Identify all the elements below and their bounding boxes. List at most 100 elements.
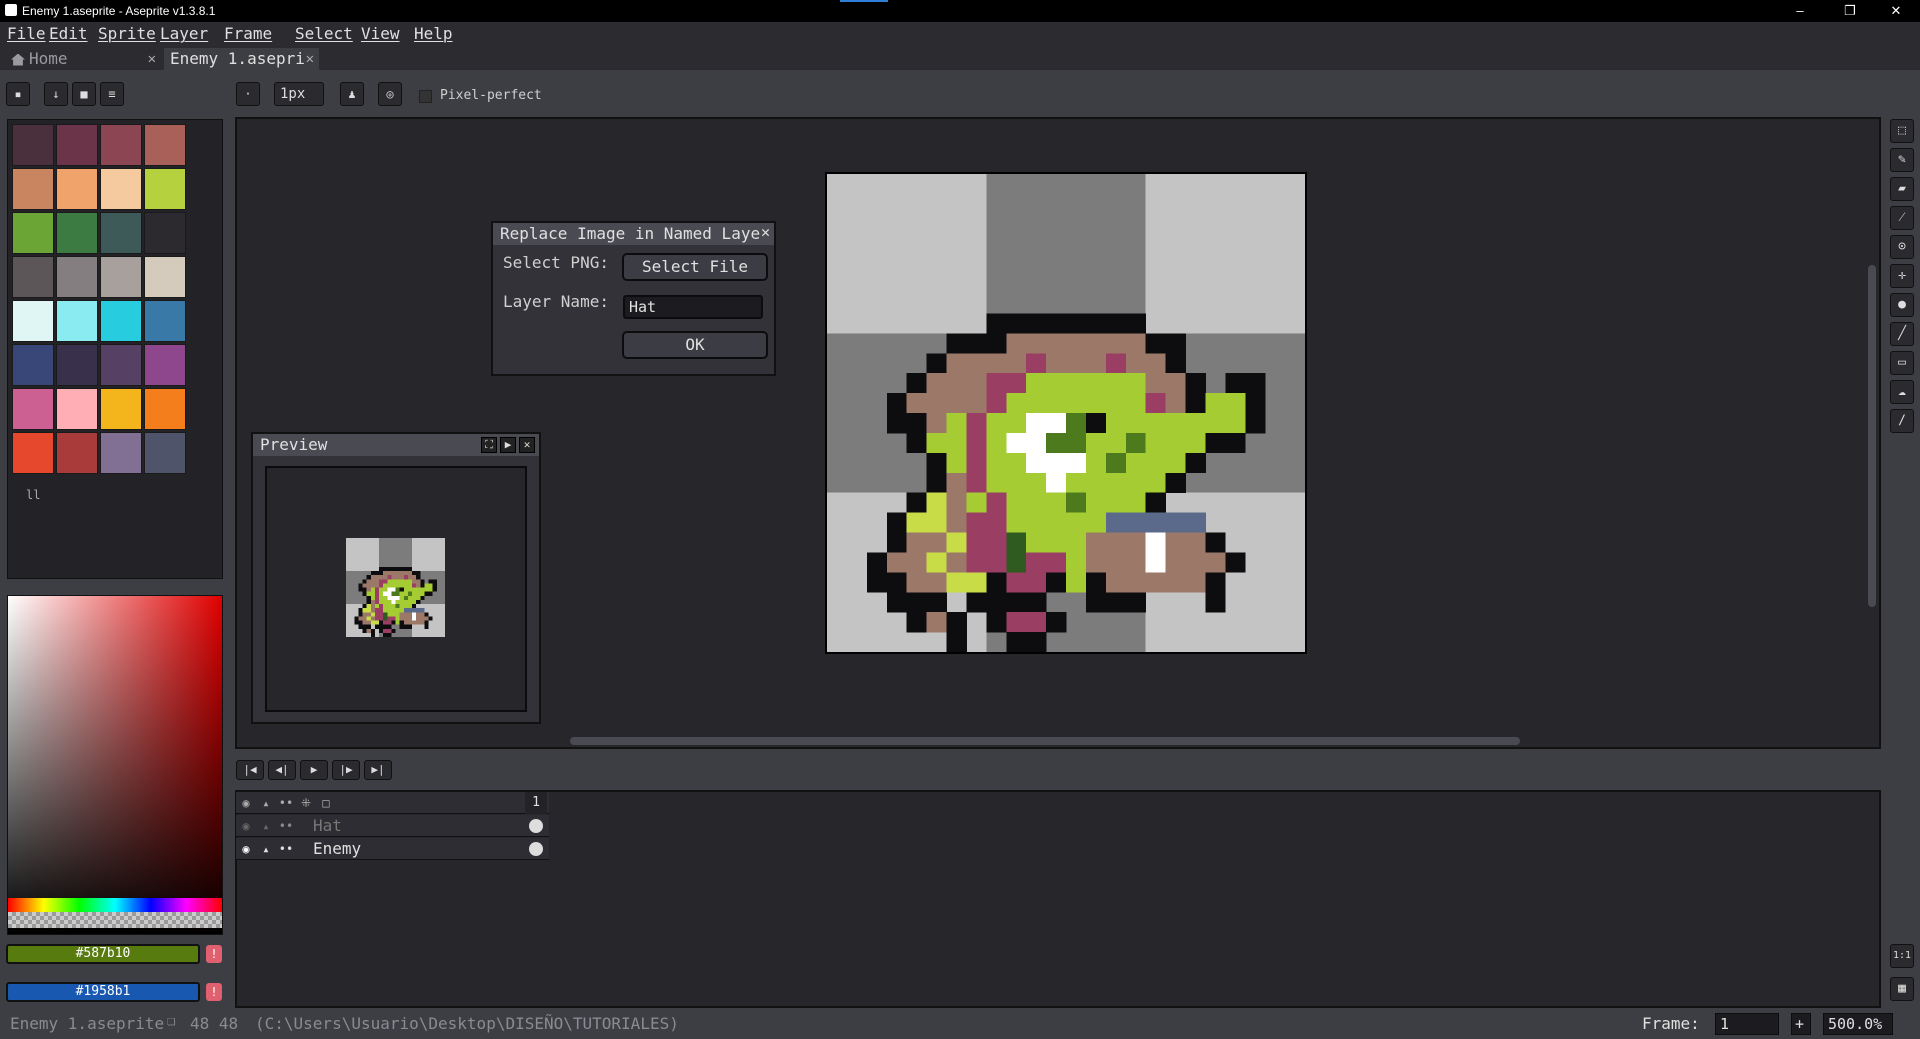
add-frame-button[interactable]: + <box>1791 1013 1811 1035</box>
tab-enemy[interactable]: Enemy 1.asepri ✕ <box>164 48 319 70</box>
brush-type-icon[interactable]: · <box>236 82 260 106</box>
fg-warning-icon[interactable]: ! <box>206 945 222 963</box>
prev-frame-button[interactable]: ◀| <box>268 760 296 780</box>
alpha-slider[interactable] <box>8 912 222 928</box>
minimize-button[interactable]: – <box>1780 2 1820 20</box>
lock-icon[interactable]: ▴ <box>257 817 275 835</box>
menu-edit[interactable]: Edit <box>49 23 88 45</box>
marquee-icon[interactable]: ⬚ <box>1890 119 1914 143</box>
palette-swatch[interactable] <box>144 256 186 298</box>
menu-file[interactable]: File <box>7 23 46 45</box>
palette-mode-icon[interactable]: ll <box>26 488 40 502</box>
menu-help[interactable]: Help <box>414 23 453 45</box>
palette-square-icon[interactable]: ■ <box>72 82 96 106</box>
zoom-actual-icon[interactable]: 1:1 <box>1890 944 1914 968</box>
palette-swatch[interactable] <box>144 344 186 386</box>
first-frame-button[interactable]: |◀ <box>236 760 264 780</box>
ink-icon[interactable]: ♟ <box>340 82 364 106</box>
lock-icon[interactable]: ▴ <box>257 840 275 858</box>
menu-frame[interactable]: Frame <box>224 23 272 45</box>
next-frame-button[interactable]: |▶ <box>332 760 360 780</box>
line-icon[interactable]: ╱ <box>1890 322 1914 346</box>
palette-swatch[interactable] <box>56 344 98 386</box>
eyedropper-icon[interactable]: ⁄ <box>1890 206 1914 230</box>
layer-name-enemy[interactable]: Enemy <box>313 838 513 860</box>
palette-swatch[interactable] <box>12 432 54 474</box>
layer-name-hat[interactable]: Hat <box>313 815 513 837</box>
continuous-icon[interactable]: •• <box>277 840 295 858</box>
palette-swatch[interactable] <box>56 300 98 342</box>
restore-button[interactable]: ❐ <box>1830 2 1870 20</box>
menu-select[interactable]: Select <box>295 23 353 45</box>
palette-menu-icon[interactable]: ≡ <box>100 82 124 106</box>
blur-icon[interactable]: ☁ <box>1890 380 1914 404</box>
pixel-perfect-checkbox[interactable] <box>419 90 432 103</box>
palette-swatch[interactable] <box>144 124 186 166</box>
cel-enemy[interactable] <box>529 842 543 856</box>
palette-swatch[interactable] <box>144 212 186 254</box>
last-frame-button[interactable]: ▶| <box>364 760 392 780</box>
tab-enemy-close-icon[interactable]: ✕ <box>306 48 314 70</box>
palette-swatch[interactable] <box>12 124 54 166</box>
palette-swatch[interactable] <box>100 388 142 430</box>
fill-icon[interactable]: ● <box>1890 293 1914 317</box>
palette-swatch[interactable] <box>56 124 98 166</box>
preview-close-icon[interactable]: ✕ <box>519 437 535 453</box>
preview-play-icon[interactable]: ▶ <box>500 437 516 453</box>
spray-icon[interactable]: ∕ <box>1890 409 1914 433</box>
visibility-header-icon[interactable]: ◉ <box>237 794 255 812</box>
bg-warning-icon[interactable]: ! <box>206 983 222 1001</box>
zoom-icon[interactable]: ⊙ <box>1890 235 1914 259</box>
horizontal-scrollbar[interactable] <box>570 737 1520 745</box>
menu-layer[interactable]: Layer <box>160 23 208 45</box>
eraser-icon[interactable]: ▰ <box>1890 177 1914 201</box>
layer-row-enemy[interactable]: ◉ ▴ •• Enemy <box>236 838 549 860</box>
palette-swatch[interactable] <box>144 300 186 342</box>
palette-download-icon[interactable]: ↓ <box>44 82 68 106</box>
palette-swatch[interactable] <box>144 388 186 430</box>
rectangle-icon[interactable]: ▭ <box>1890 351 1914 375</box>
play-button[interactable]: ▶ <box>300 760 328 780</box>
zoom-input[interactable]: 500.0% <box>1823 1013 1893 1035</box>
background-color[interactable]: #1958b1 <box>6 982 200 1002</box>
menu-view[interactable]: View <box>361 23 400 45</box>
palette-swatch[interactable] <box>12 300 54 342</box>
lock-palette-button[interactable]: ▪ <box>6 82 30 106</box>
frame-number-header[interactable]: 1 <box>525 792 547 814</box>
palette-swatch[interactable] <box>144 168 186 210</box>
palette-swatch[interactable] <box>100 344 142 386</box>
dialog-close-icon[interactable]: ✕ <box>761 223 770 241</box>
menu-sprite[interactable]: Sprite <box>98 23 156 45</box>
palette-swatch[interactable] <box>12 168 54 210</box>
tab-home[interactable]: Home ✕ <box>5 48 161 70</box>
layer-row-hat[interactable]: ◉ ▴ •• Hat <box>236 815 549 837</box>
palette-swatch[interactable] <box>12 212 54 254</box>
grid-icon[interactable]: ▦ <box>1890 977 1914 1001</box>
palette-swatch[interactable] <box>56 256 98 298</box>
vertical-scrollbar[interactable] <box>1868 265 1876 607</box>
eye-icon[interactable]: ◉ <box>237 840 255 858</box>
palette-swatch[interactable] <box>56 388 98 430</box>
cel-hat[interactable] <box>529 819 543 833</box>
tab-home-close-icon[interactable]: ✕ <box>148 48 156 70</box>
color-spectrum[interactable] <box>7 595 223 935</box>
pencil-icon[interactable]: ✎ <box>1890 148 1914 172</box>
palette-swatch[interactable] <box>100 124 142 166</box>
brush-size-input[interactable]: 1px <box>274 82 324 106</box>
palette-swatch[interactable] <box>100 300 142 342</box>
move-icon[interactable]: ✛ <box>1890 264 1914 288</box>
layers-header-icon[interactable]: ⁜ <box>297 794 315 812</box>
frame-options-icon[interactable]: □ <box>317 794 335 812</box>
preview-fit-icon[interactable]: ⛶ <box>481 437 497 453</box>
layer-name-input[interactable]: Hat <box>623 295 763 319</box>
frame-input[interactable]: 1 <box>1715 1013 1779 1035</box>
palette-swatch[interactable] <box>56 212 98 254</box>
palette-swatch[interactable] <box>56 432 98 474</box>
eye-closed-icon[interactable]: ◉ <box>237 817 255 835</box>
continuous-icon[interactable]: •• <box>277 817 295 835</box>
continuous-header-icon[interactable]: •• <box>277 794 295 812</box>
palette-swatch[interactable] <box>100 256 142 298</box>
palette-swatch[interactable] <box>12 256 54 298</box>
foreground-color[interactable]: #587b10 <box>6 944 200 964</box>
palette-swatch[interactable] <box>100 432 142 474</box>
